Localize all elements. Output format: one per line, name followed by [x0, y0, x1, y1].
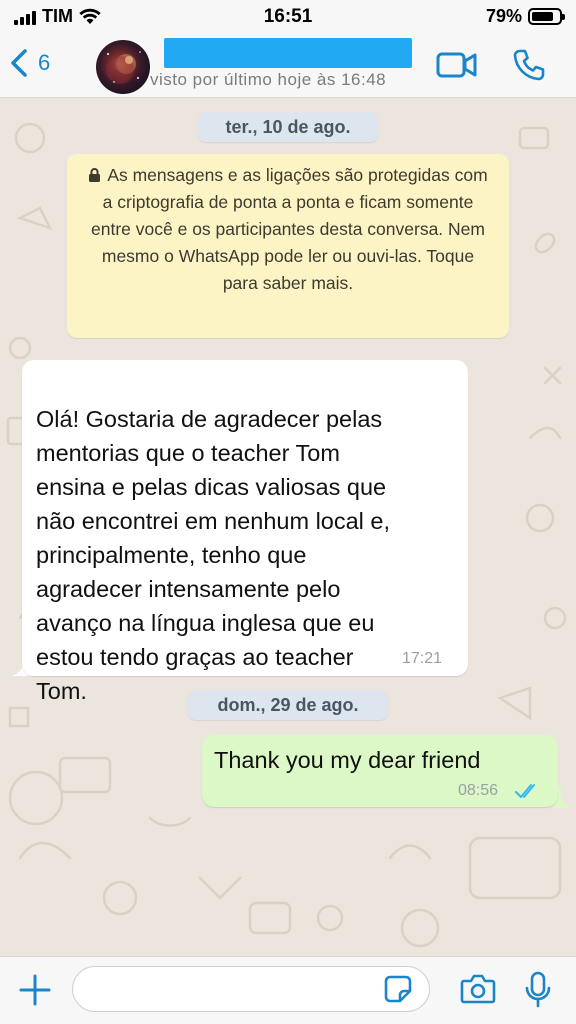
phone-icon — [513, 49, 545, 81]
message-input-bar — [0, 956, 576, 1024]
microphone-icon — [525, 971, 551, 1008]
video-call-button[interactable] — [436, 50, 478, 85]
chat-header: 6 visto por último hoje às 16:48 — [0, 36, 576, 98]
double-check-icon — [515, 784, 535, 798]
incoming-message-text: Olá! Gostaria de agradecer pelas mentori… — [36, 406, 391, 704]
outgoing-message-time: 08:56 — [458, 782, 499, 799]
back-button[interactable]: 6 — [10, 48, 50, 78]
sticker-icon — [384, 975, 412, 1003]
contact-name-redacted[interactable] — [164, 38, 412, 68]
attach-button[interactable] — [18, 973, 52, 1012]
date-separator-1: ter., 10 de ago. — [198, 112, 378, 142]
battery-icon — [528, 8, 565, 25]
lock-icon — [89, 168, 101, 182]
avatar[interactable] — [96, 40, 150, 94]
chevron-left-icon — [11, 49, 27, 77]
plus-icon — [19, 974, 51, 1006]
nebula-avatar-image — [106, 51, 141, 84]
outgoing-message-bubble[interactable]: Thank you my dear friend — [202, 735, 558, 807]
voice-call-button[interactable] — [512, 48, 546, 87]
camera-icon — [460, 974, 496, 1004]
unread-chats-count: 6 — [38, 50, 51, 75]
chat-area[interactable]: ter., 10 de ago. As mensagens e as ligaç… — [0, 98, 576, 956]
battery-level-fill — [532, 12, 553, 21]
battery-percent: 79% — [485, 6, 522, 26]
outgoing-message-text: Thank you my dear friend — [214, 747, 481, 773]
microphone-button[interactable] — [524, 971, 552, 1014]
incoming-message-time: 17:21 — [402, 650, 443, 667]
sticker-button[interactable] — [384, 975, 412, 1008]
status-bar: TIM 16:51 79% — [0, 0, 576, 36]
video-camera-icon — [436, 52, 477, 78]
encryption-notice-text: As mensagens e as ligações são protegida… — [91, 165, 488, 293]
message-input[interactable] — [72, 966, 430, 1012]
camera-button[interactable] — [460, 973, 496, 1010]
encryption-notice[interactable]: As mensagens e as ligações são protegida… — [67, 154, 509, 338]
incoming-message-bubble[interactable]: Olá! Gostaria de agradecer pelas mentori… — [22, 360, 468, 704]
battery-info: 79% — [485, 6, 565, 27]
date-separator-2: dom., 29 de ago. — [188, 690, 388, 720]
last-seen-status: visto por último hoje às 16:48 — [150, 70, 387, 89]
